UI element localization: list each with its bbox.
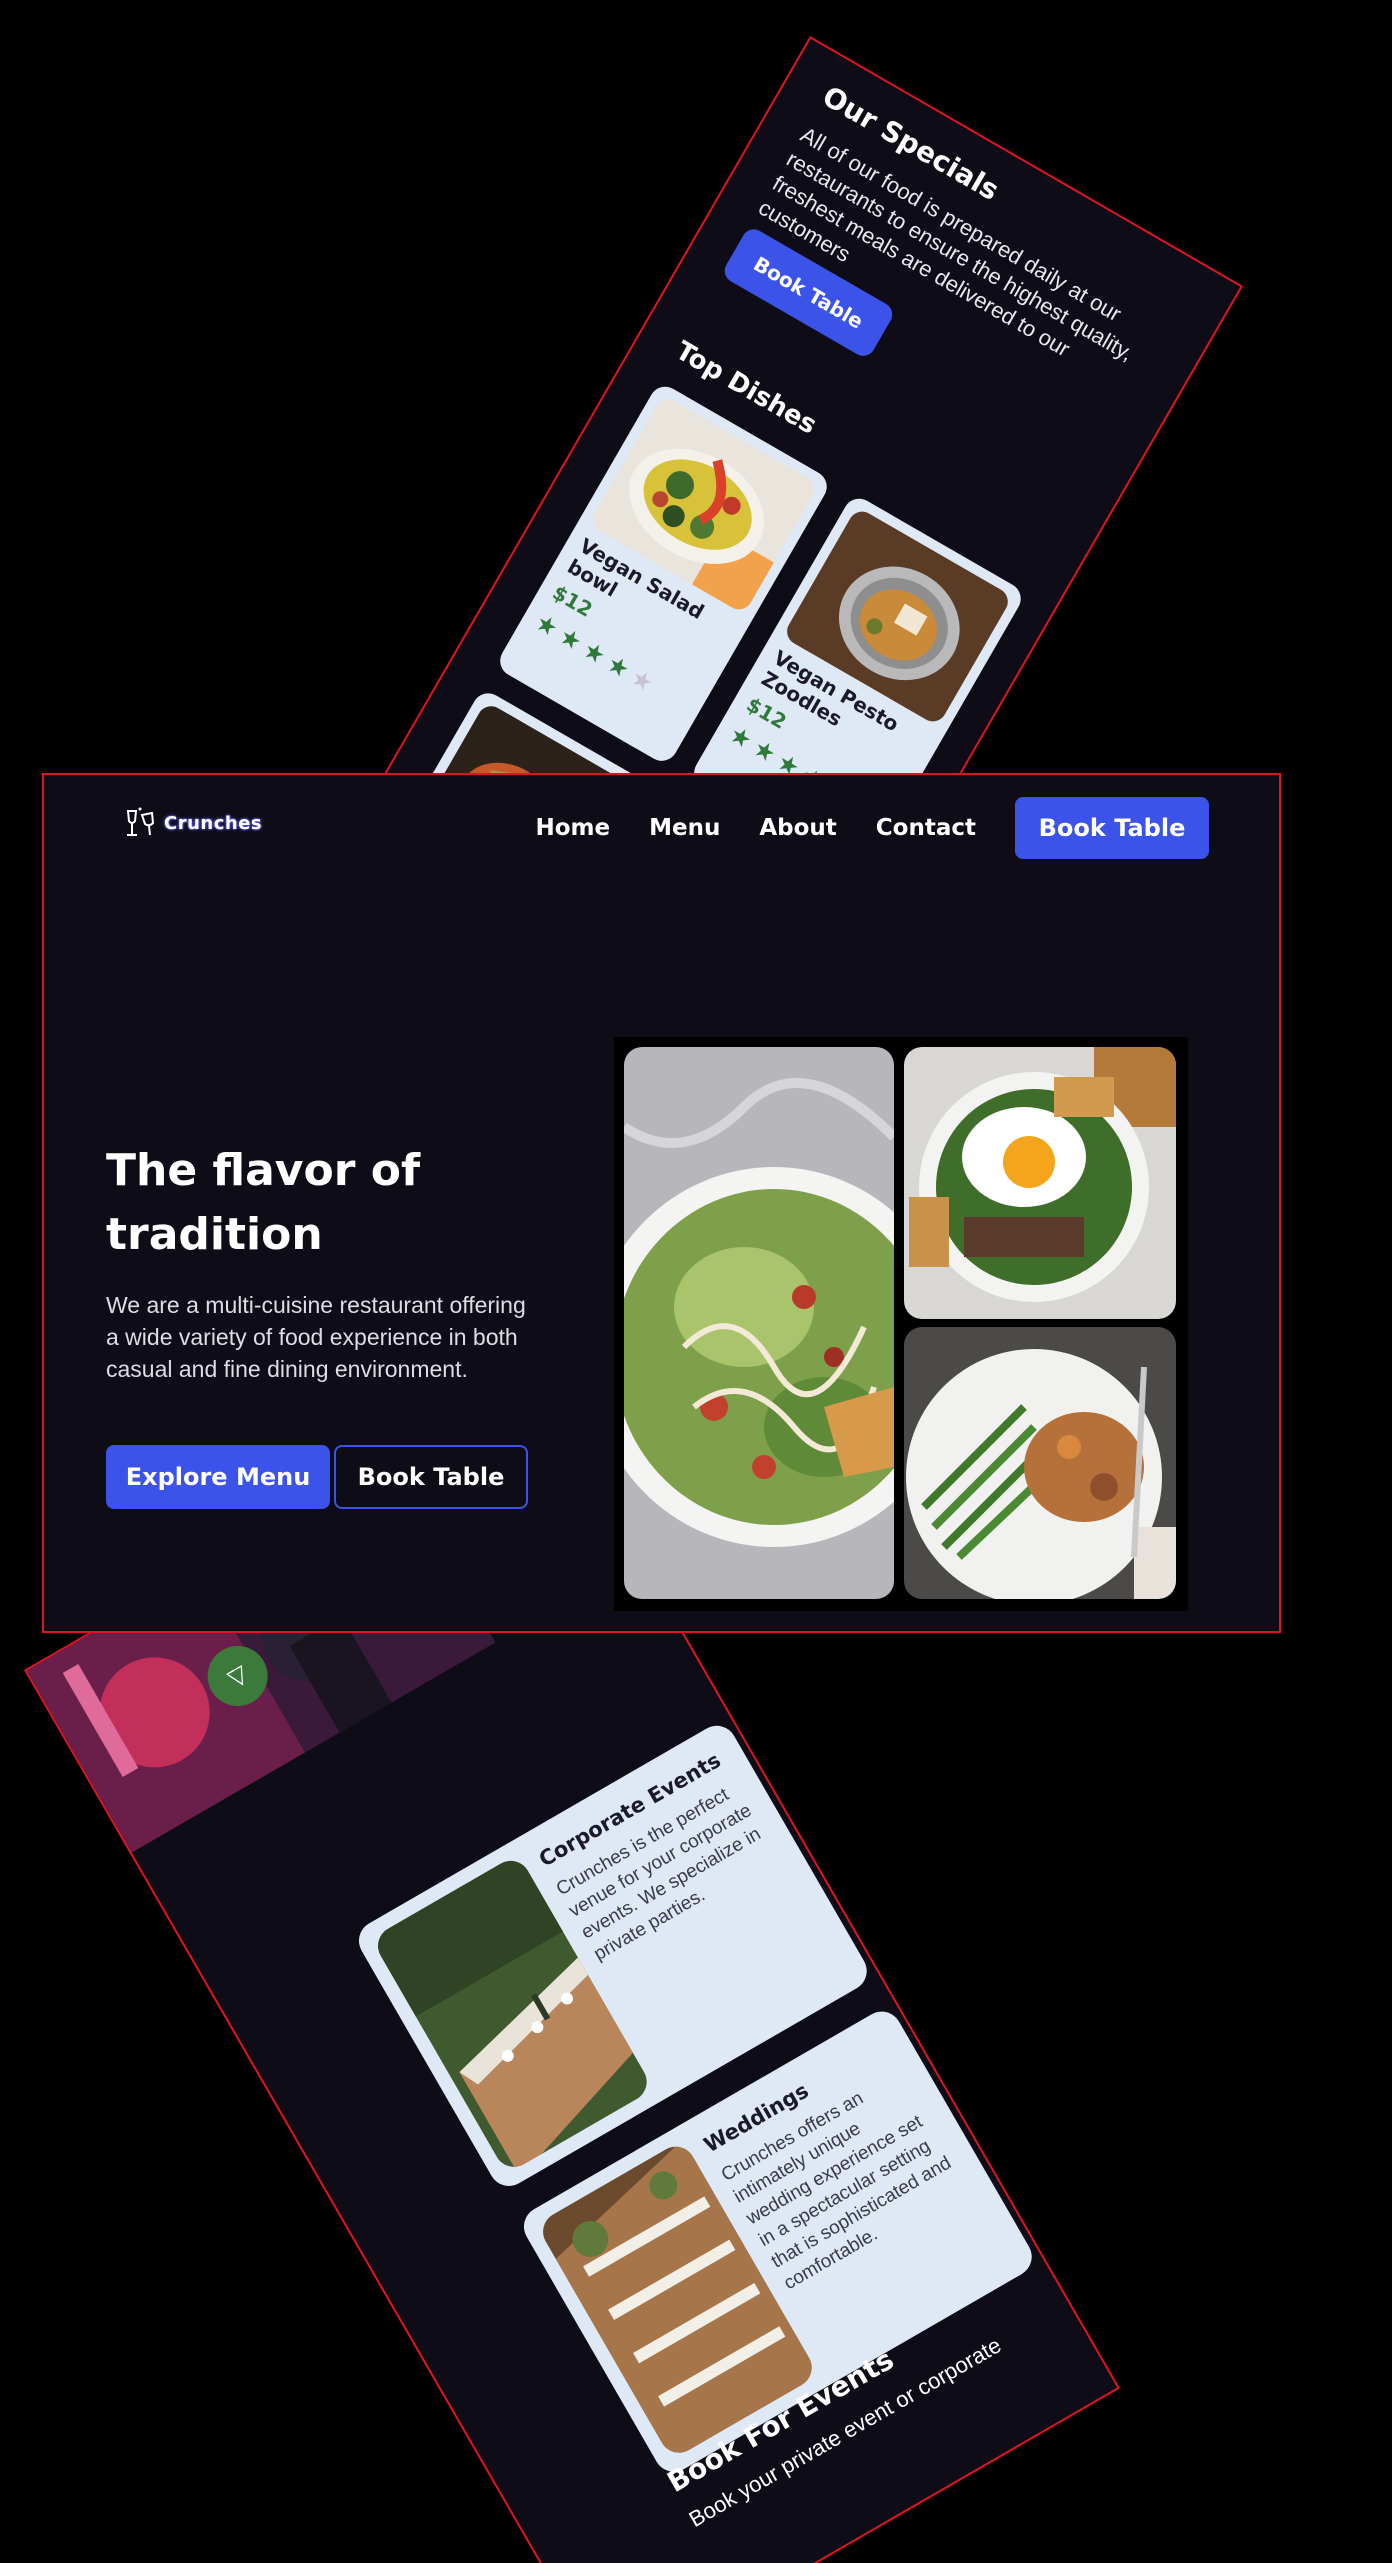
hero-title: The flavor of tradition: [106, 1145, 421, 1260]
food-gallery: [614, 1037, 1188, 1611]
hero-book-table-button[interactable]: Book Table: [334, 1445, 528, 1509]
hero-subtitle: We are a multi-cuisine restaurant offeri…: [106, 1292, 526, 1382]
logo-text: Crunches: [164, 812, 263, 834]
nav-book-table-button[interactable]: Book Table: [1015, 797, 1209, 859]
salad-photo: [624, 1047, 894, 1599]
nav-home[interactable]: Home: [535, 815, 610, 841]
nav-menu[interactable]: Menu: [649, 815, 720, 841]
hero-buttons: Explore Menu Book Table: [106, 1445, 528, 1509]
nav-contact[interactable]: Contact: [876, 815, 976, 841]
egg-bowl-photo: [904, 1047, 1176, 1319]
logo-glasses-icon: [126, 807, 155, 836]
explore-menu-button[interactable]: Explore Menu: [106, 1445, 330, 1509]
event-description: Crunches offers an intimately unique wed…: [717, 2087, 955, 2295]
hero-section: Crunches Home Menu About Contact Book Ta…: [42, 773, 1281, 1633]
logo[interactable]: Crunches: [122, 805, 262, 841]
main-nav: Home Menu About Contact Book Table: [535, 797, 1209, 859]
nav-about[interactable]: About: [759, 815, 836, 841]
dish-rating: ★★★★★: [530, 608, 664, 702]
chicken-beans-photo: [904, 1327, 1176, 1599]
event-description: Crunches is the perfect venue for your c…: [552, 1784, 765, 1966]
